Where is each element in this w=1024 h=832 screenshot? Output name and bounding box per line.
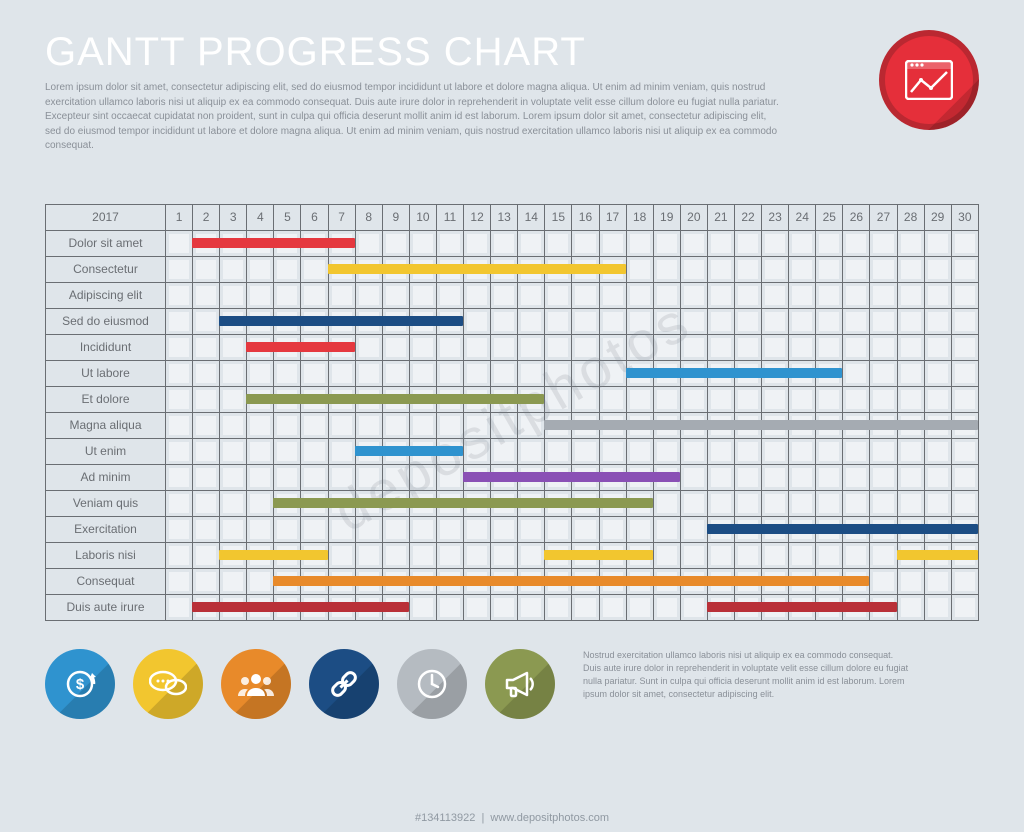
gantt-bar (219, 550, 327, 560)
gantt-bar (544, 550, 652, 560)
task-label: Ut labore (46, 360, 166, 386)
day-header: 9 (382, 204, 409, 230)
gantt-bar (707, 602, 897, 612)
day-header: 28 (897, 204, 924, 230)
gantt-bar (707, 524, 978, 534)
gantt-row: Consectetur (46, 256, 979, 282)
footer-icons: $ (45, 649, 555, 719)
page-description: Lorem ipsum dolor sit amet, consectetur … (45, 81, 785, 154)
task-label: Veniam quis (46, 490, 166, 516)
gantt-bar (246, 342, 354, 352)
analytics-icon (905, 60, 953, 100)
link-icon (309, 649, 379, 719)
day-header: 20 (680, 204, 707, 230)
footnote: Nostrud exercitation ullamco laboris nis… (583, 649, 913, 701)
svg-text:$: $ (76, 676, 85, 693)
task-label: Ad minim (46, 464, 166, 490)
day-header: 26 (843, 204, 870, 230)
gantt-row: Ad minim (46, 464, 979, 490)
day-header: 5 (274, 204, 301, 230)
day-header: 10 (409, 204, 436, 230)
task-label: Ut enim (46, 438, 166, 464)
task-label: Et dolore (46, 386, 166, 412)
page-title: GANTT PROGRESS CHART (45, 30, 979, 75)
day-header: 1 (166, 204, 193, 230)
logo-badge (879, 30, 979, 130)
task-label: Exercitation (46, 516, 166, 542)
chat-icon (133, 649, 203, 719)
day-header: 7 (328, 204, 355, 230)
gantt-row: Incididunt (46, 334, 979, 360)
gantt-row: Sed do eiusmod (46, 308, 979, 334)
task-label: Magna aliqua (46, 412, 166, 438)
task-label: Duis aute irure (46, 594, 166, 620)
gantt-bar (219, 316, 463, 326)
credits: #134113922 | www.depositphotos.com (0, 812, 1024, 824)
gantt-row: Adipiscing elit (46, 282, 979, 308)
gantt-row: Ut enim (46, 438, 979, 464)
day-header: 19 (653, 204, 680, 230)
task-label: Consequat (46, 568, 166, 594)
gantt-row: Veniam quis (46, 490, 979, 516)
day-header: 15 (545, 204, 572, 230)
gantt-bar (544, 420, 978, 430)
clock-icon (397, 649, 467, 719)
gantt-bar (355, 446, 463, 456)
gantt-bar (192, 602, 409, 612)
gantt-row: Exercitation (46, 516, 979, 542)
task-label: Adipiscing elit (46, 282, 166, 308)
day-header: 22 (734, 204, 761, 230)
megaphone-icon (485, 649, 555, 719)
day-header: 18 (626, 204, 653, 230)
gantt-chart: 2017123456789101112131415161718192021222… (45, 204, 979, 621)
task-label: Incididunt (46, 334, 166, 360)
dollar-icon: $ (45, 649, 115, 719)
gantt-bar (328, 264, 626, 274)
gantt-bar (246, 394, 544, 404)
day-header: 27 (870, 204, 897, 230)
task-label: Dolor sit amet (46, 230, 166, 256)
gantt-row: Laboris nisi (46, 542, 979, 568)
gantt-bar (463, 472, 680, 482)
day-header: 24 (789, 204, 816, 230)
gantt-bar (273, 576, 869, 586)
gantt-bar (273, 498, 652, 508)
gantt-row: Consequat (46, 568, 979, 594)
task-label: Laboris nisi (46, 542, 166, 568)
task-label: Sed do eiusmod (46, 308, 166, 334)
day-header: 23 (762, 204, 789, 230)
gantt-bar (897, 550, 978, 560)
gantt-row: Ut labore (46, 360, 979, 386)
users-icon (221, 649, 291, 719)
day-header: 4 (247, 204, 274, 230)
gantt-bar (192, 238, 355, 248)
day-header: 2 (193, 204, 220, 230)
day-header: 16 (572, 204, 599, 230)
gantt-row: Dolor sit amet (46, 230, 979, 256)
day-header: 11 (436, 204, 463, 230)
day-header: 30 (951, 204, 978, 230)
gantt-bar (626, 368, 843, 378)
year-header: 2017 (46, 204, 166, 230)
day-header: 13 (491, 204, 518, 230)
day-header: 14 (518, 204, 545, 230)
task-label: Consectetur (46, 256, 166, 282)
gantt-row: Duis aute irure (46, 594, 979, 620)
day-header: 25 (816, 204, 843, 230)
gantt-row: Magna aliqua (46, 412, 979, 438)
day-header: 29 (924, 204, 951, 230)
day-header: 8 (355, 204, 382, 230)
day-header: 21 (707, 204, 734, 230)
day-header: 6 (301, 204, 328, 230)
day-header: 3 (220, 204, 247, 230)
day-header: 17 (599, 204, 626, 230)
gantt-row: Et dolore (46, 386, 979, 412)
day-header: 12 (464, 204, 491, 230)
